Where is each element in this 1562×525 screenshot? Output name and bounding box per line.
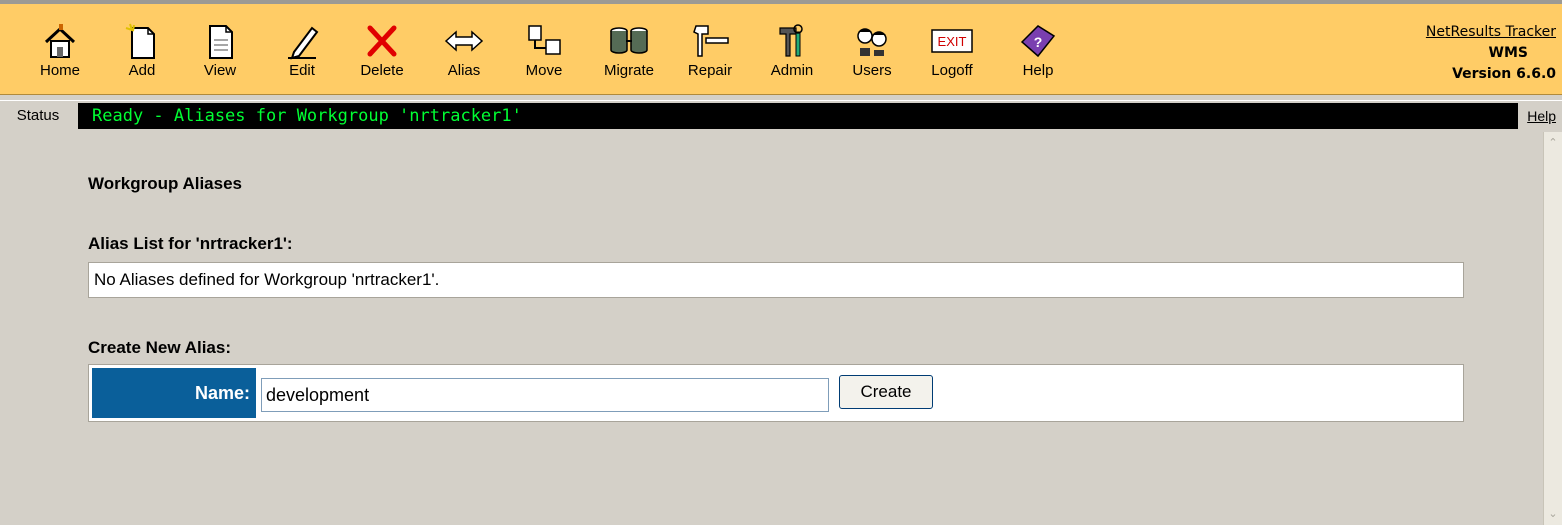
home-button[interactable]: Home <box>38 22 82 92</box>
scroll-down-icon[interactable]: ⌄ <box>1546 507 1560 521</box>
help-label: Help <box>1022 62 1054 79</box>
users-label: Users <box>852 62 892 79</box>
alias-arrows-icon <box>444 30 484 52</box>
home-label: Home <box>39 62 80 79</box>
help-button[interactable]: ? Help <box>1016 22 1060 92</box>
move-button[interactable]: Move <box>520 22 568 92</box>
brand-product: WMS <box>1488 45 1528 61</box>
exit-icon: EXIT <box>931 29 973 53</box>
alias-list-message: No Aliases defined for Workgroup 'nrtrac… <box>88 262 1464 298</box>
status-help-link[interactable]: Help <box>1527 101 1556 131</box>
create-alias-heading: Create New Alias: <box>88 338 231 357</box>
alias-list-heading: Alias List for 'nrtracker1': <box>88 234 293 253</box>
name-label: Name: <box>92 368 256 418</box>
main-content: Workgroup Aliases Alias List for 'nrtrac… <box>0 132 1544 525</box>
view-button[interactable]: View <box>198 22 242 92</box>
move-icon <box>528 25 561 55</box>
logoff-label: Logoff <box>931 62 973 79</box>
delete-icon <box>367 25 397 57</box>
repair-button[interactable]: Repair <box>684 22 736 92</box>
tools-icon <box>779 24 803 57</box>
brand-link[interactable]: NetResults Tracker <box>1426 24 1556 40</box>
logoff-button[interactable]: EXIT Logoff <box>926 22 978 92</box>
brand-version: Version 6.6.0 <box>1452 66 1556 82</box>
edit-label: Edit <box>289 62 315 79</box>
status-label: Status <box>16 107 60 124</box>
view-label: View <box>203 62 237 79</box>
view-icon <box>209 25 233 59</box>
add-icon <box>125 23 155 59</box>
svg-text:?: ? <box>1034 34 1043 50</box>
status-bar: Status Ready - Aliases for Workgroup 'nr… <box>0 100 1562 131</box>
home-icon <box>44 24 76 58</box>
edit-icon <box>288 26 319 60</box>
admin-label: Admin <box>770 62 814 79</box>
vertical-scrollbar[interactable]: ⌃ ⌄ <box>1543 132 1562 525</box>
users-button[interactable]: Users <box>848 22 896 92</box>
alias-label: Alias <box>447 62 481 79</box>
users-icon <box>857 28 887 56</box>
add-label: Add <box>128 62 156 79</box>
database-icon <box>610 27 648 54</box>
migrate-label: Migrate <box>603 62 655 79</box>
page-title: Workgroup Aliases <box>88 174 242 193</box>
move-label: Move <box>525 62 563 79</box>
add-button[interactable]: Add <box>120 22 164 92</box>
delete-button[interactable]: Delete <box>356 22 408 92</box>
migrate-button[interactable]: Migrate <box>598 22 660 92</box>
create-button[interactable]: Create <box>839 375 933 409</box>
repair-label: Repair <box>687 62 733 79</box>
status-message: Ready - Aliases for Workgroup 'nrtracker… <box>78 103 1518 129</box>
toolbar: Home Add View Edit Delete Alias Move Mig… <box>0 0 1562 95</box>
scroll-up-icon[interactable]: ⌃ <box>1546 136 1560 150</box>
admin-button[interactable]: Admin <box>768 22 816 92</box>
edit-button[interactable]: Edit <box>280 22 324 92</box>
exit-icon-text: EXIT <box>938 34 967 49</box>
help-book-icon: ? <box>1020 25 1056 58</box>
hammer-icon <box>693 25 729 57</box>
alias-name-input[interactable] <box>261 378 829 412</box>
delete-label: Delete <box>360 62 404 79</box>
brand-block: NetResults Tracker WMS Version 6.6.0 <box>1426 22 1556 85</box>
alias-button[interactable]: Alias <box>442 22 486 92</box>
create-alias-form: Name: Create <box>88 364 1464 422</box>
